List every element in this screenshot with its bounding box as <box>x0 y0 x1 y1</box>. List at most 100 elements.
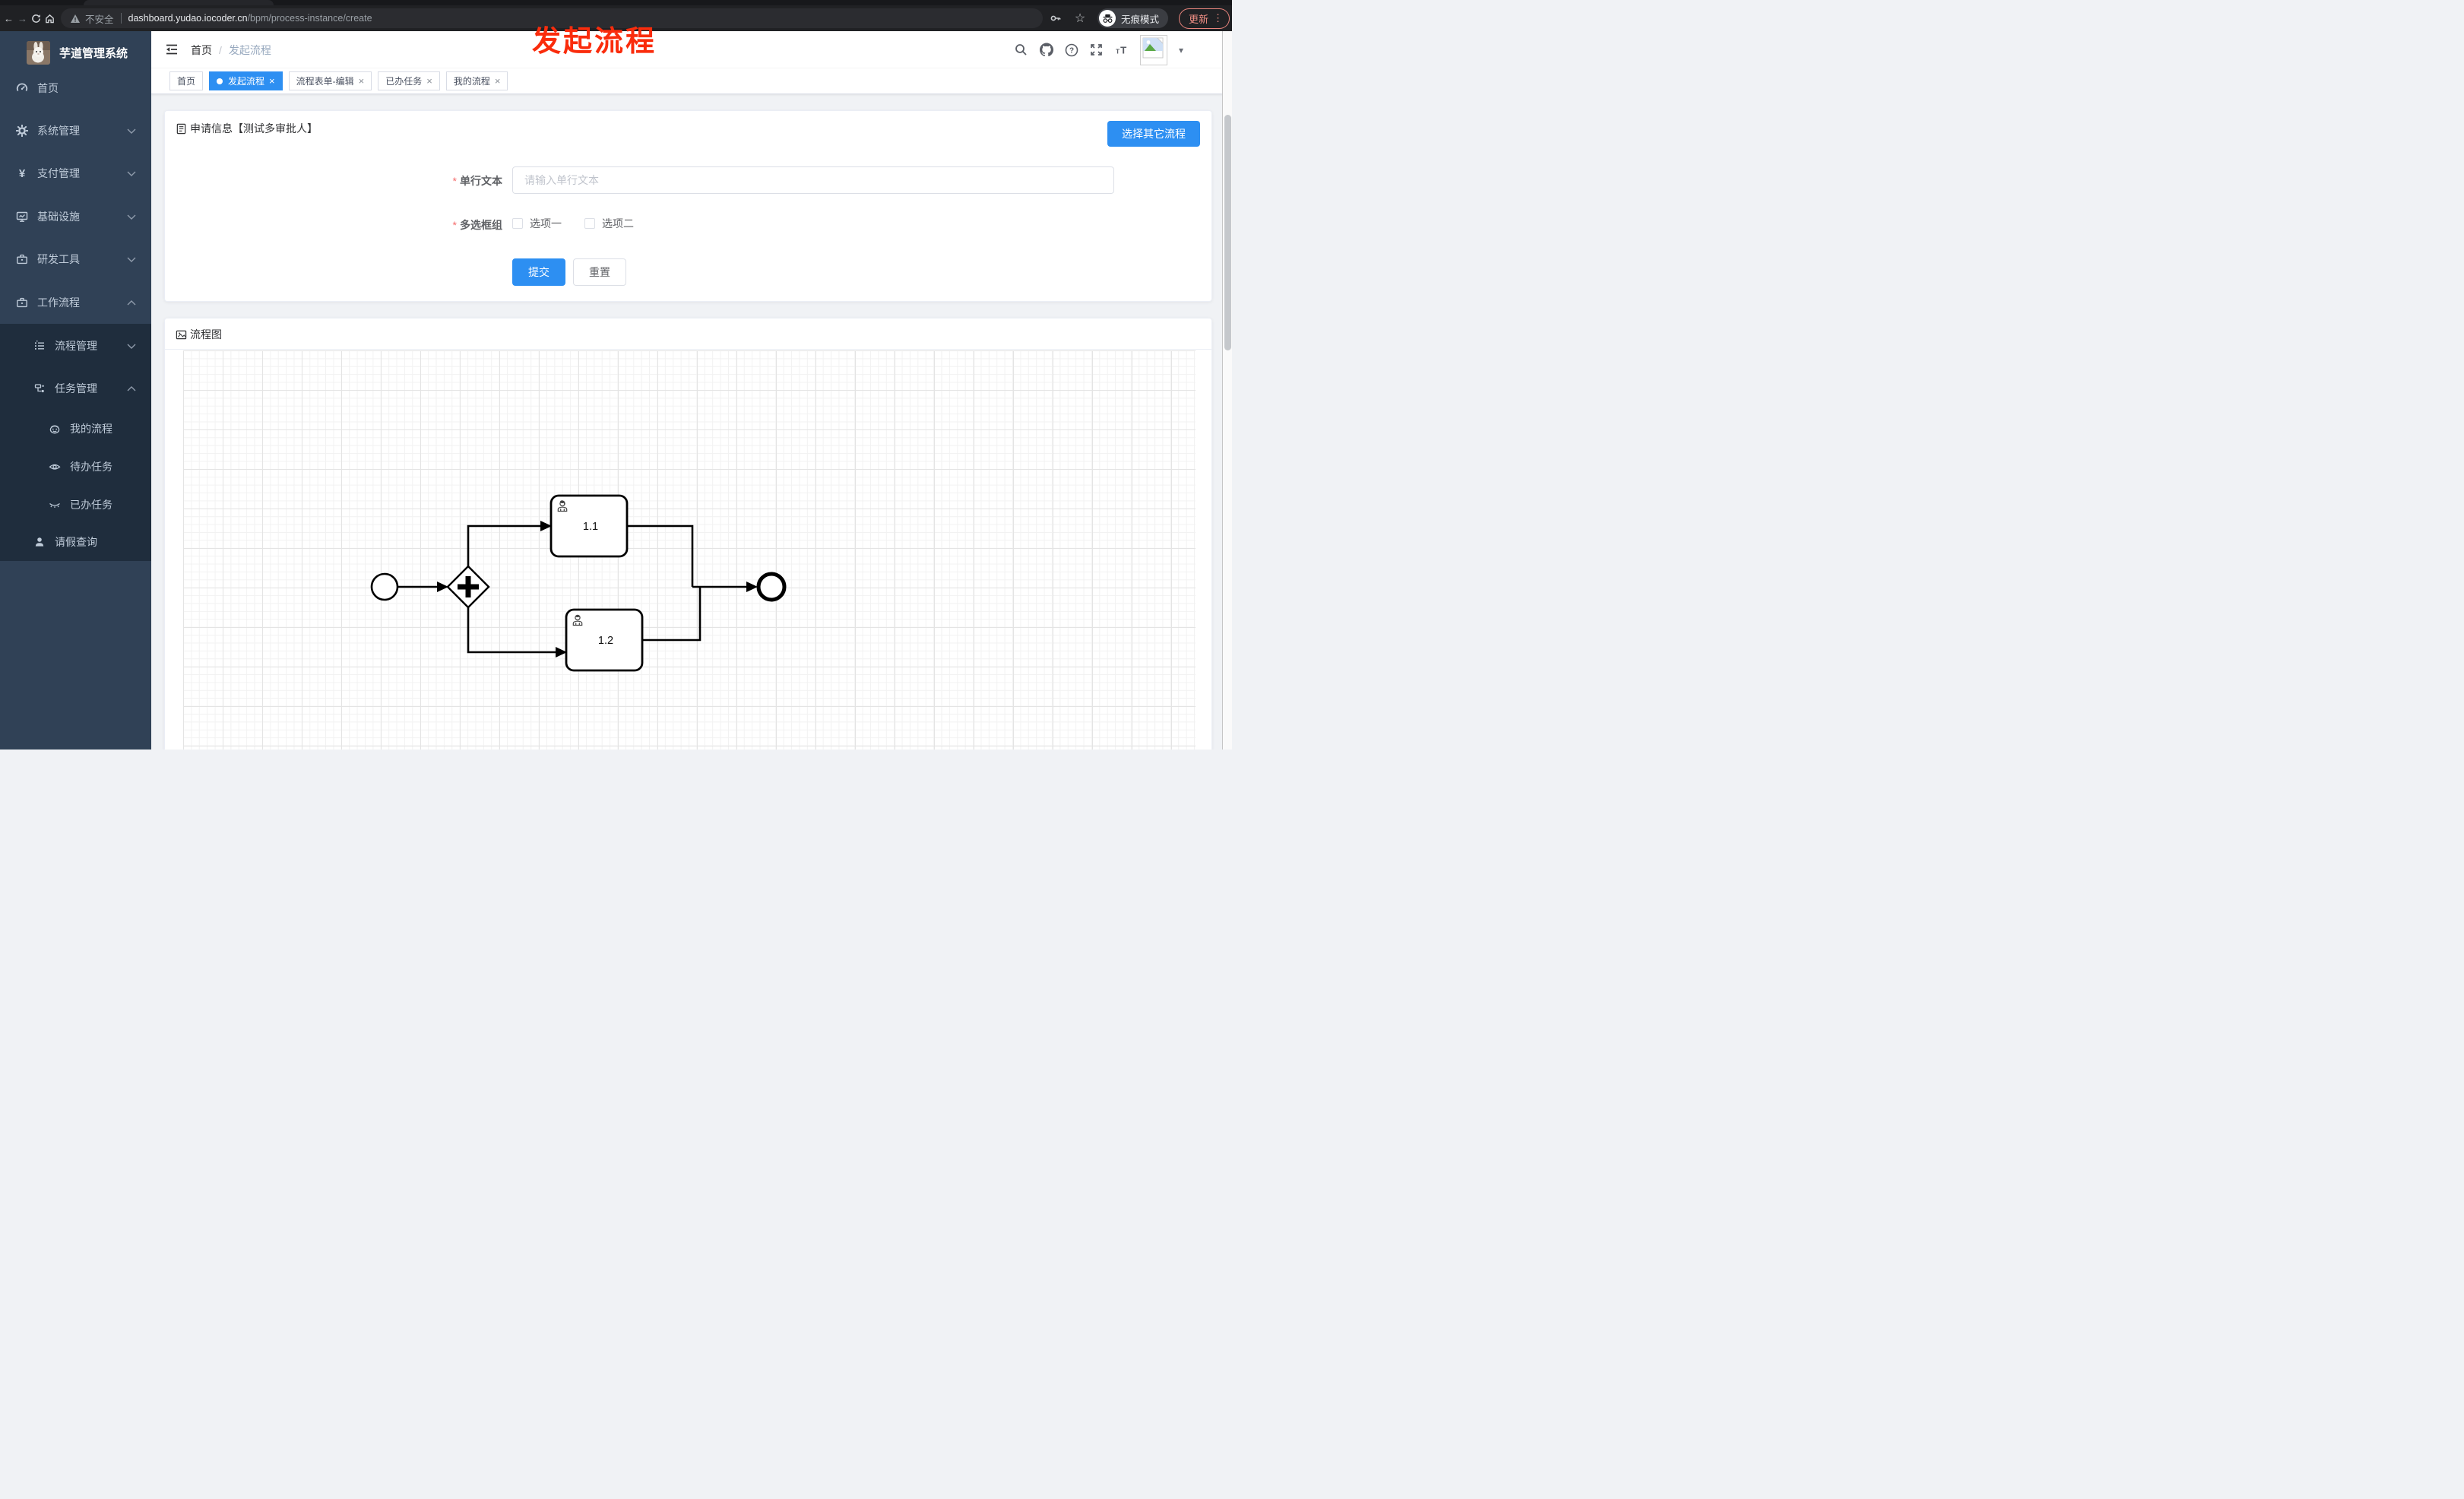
bpmn-user-task-1: 1.1 <box>549 494 629 558</box>
chevron-up-icon <box>127 300 136 306</box>
chevron-down-icon <box>127 257 136 262</box>
sidebar-item-label: 待办任务 <box>70 461 112 473</box>
back-icon[interactable]: ← <box>4 11 14 25</box>
sidebar-item-infrastructure[interactable]: 基础设施 <box>0 195 151 238</box>
sidebar-item-leave-query[interactable]: 请假查询 <box>0 523 151 561</box>
tab-start-process[interactable]: 发起流程 × <box>209 71 283 90</box>
sidebar-item-label: 工作流程 <box>37 296 80 309</box>
card-divider <box>165 349 1211 350</box>
face-icon <box>49 423 61 435</box>
fullscreen-icon[interactable] <box>1090 43 1104 57</box>
submit-button[interactable]: 提交 <box>512 258 565 286</box>
user-avatar[interactable] <box>1139 34 1167 65</box>
sidebar-item-home[interactable]: 首页 <box>0 67 151 109</box>
sidebar-item-task-management[interactable]: 任务管理 <box>0 369 151 407</box>
tab-form-edit[interactable]: 流程表单-编辑 × <box>288 71 372 90</box>
apply-info-title: 申请信息【测试多审批人】 <box>176 121 318 136</box>
app-title: 芋道管理系统 <box>59 46 128 60</box>
incognito-icon <box>1099 10 1116 27</box>
browser-toolbar: ← → 不安全 dashboard.yudao.iocoder.cn/bpm/p… <box>0 5 1232 31</box>
bpmn-start-event <box>370 572 399 601</box>
breadcrumb-home[interactable]: 首页 <box>191 43 212 58</box>
sidebar-fold-icon[interactable] <box>164 42 181 59</box>
tab-my-process[interactable]: 我的流程 × <box>445 71 508 90</box>
bpmn-canvas[interactable]: 1.1 1.2 <box>183 350 1196 750</box>
update-label[interactable]: 更新 <box>1189 11 1208 26</box>
checkbox-icon[interactable] <box>512 218 523 229</box>
header-actions: ? TT ▾ <box>1015 31 1183 68</box>
breadcrumb-separator: / <box>219 43 222 56</box>
single-line-text-input[interactable] <box>512 166 1114 194</box>
app-header: 首页 / 发起流程 ? TT ▾ <box>151 31 1232 68</box>
sidebar-item-dev-tools[interactable]: 研发工具 <box>0 238 151 280</box>
bpmn-end-event <box>756 572 787 602</box>
search-icon[interactable] <box>1015 43 1028 57</box>
checkbox-option-1[interactable]: 选项一 <box>512 216 562 231</box>
apply-info-card: 申请信息【测试多审批人】 选择其它流程 *单行文本 *多选框组 选项一 选项二 … <box>164 110 1212 302</box>
svg-text:¥: ¥ <box>19 167 26 179</box>
sidebar-item-label: 任务管理 <box>55 382 97 395</box>
sidebar-item-label: 已办任务 <box>70 499 112 511</box>
svg-text:T: T <box>1120 45 1126 56</box>
app-logo-avatar <box>27 40 50 65</box>
sidebar-item-workflow[interactable]: 工作流程 <box>0 281 151 324</box>
avatar-caret-icon[interactable]: ▾ <box>1179 45 1183 55</box>
incognito-badge: 无痕模式 <box>1097 8 1169 28</box>
browser-tab-strip <box>0 0 1232 5</box>
svg-text:?: ? <box>1069 46 1074 55</box>
eye-closed-icon <box>49 499 61 511</box>
sidebar-item-my-process[interactable]: 我的流程 <box>0 410 151 448</box>
page-scrollbar[interactable] <box>1222 31 1232 750</box>
tab-home[interactable]: 首页 <box>169 71 204 90</box>
checkbox-option-2[interactable]: 选项二 <box>584 216 634 231</box>
home-icon[interactable] <box>45 11 55 25</box>
password-key-icon[interactable] <box>1049 11 1063 25</box>
breadcrumb-current: 发起流程 <box>228 43 271 56</box>
picture-icon <box>176 330 187 339</box>
close-icon[interactable]: × <box>269 76 275 86</box>
chrome-update-button[interactable]: 更新 ⋮ <box>1179 8 1230 29</box>
close-icon[interactable]: × <box>426 76 432 86</box>
chrome-menu-kebab-icon[interactable]: ⋮ <box>1213 12 1223 24</box>
sidebar-item-label: 流程管理 <box>55 340 97 352</box>
reload-icon[interactable] <box>31 11 41 25</box>
font-size-icon[interactable]: TT <box>1115 43 1129 57</box>
sidebar-item-system[interactable]: 系统管理 <box>0 109 151 152</box>
checkbox-group-label: * 多选框组 <box>452 219 502 231</box>
sidebar-item-label: 支付管理 <box>37 167 80 179</box>
help-icon[interactable]: ? <box>1065 43 1078 57</box>
forward-icon[interactable]: → <box>17 11 27 25</box>
close-icon[interactable]: × <box>495 76 501 86</box>
chrome-toolbar-icons: ☆ <box>1049 11 1087 25</box>
select-other-process-button[interactable]: 选择其它流程 <box>1107 121 1200 147</box>
close-icon[interactable]: × <box>359 76 365 86</box>
sidebar-item-label: 首页 <box>37 82 59 94</box>
scrollbar-thumb[interactable] <box>1224 115 1231 350</box>
gear-icon <box>16 125 28 137</box>
sidebar-item-label: 请假查询 <box>55 536 97 548</box>
sidebar-item-todo-tasks[interactable]: 待办任务 <box>0 448 151 486</box>
bookmark-star-icon[interactable]: ☆ <box>1073 11 1087 25</box>
briefcase-icon <box>16 296 28 309</box>
sidebar: 芋道管理系统 首页 系统管理 ¥ 支付管理 基础设施 研发工具 工作流程 流程管… <box>0 31 151 750</box>
sidebar-item-done-tasks[interactable]: 已办任务 <box>0 486 151 524</box>
sidebar-logo[interactable]: 芋道管理系统 <box>0 36 151 69</box>
browser-active-tab[interactable] <box>84 0 274 5</box>
sidebar-item-payment[interactable]: ¥ 支付管理 <box>0 152 151 195</box>
required-mark: * <box>452 219 457 231</box>
security-label[interactable]: 不安全 <box>85 11 114 26</box>
url-bar[interactable]: 不安全 dashboard.yudao.iocoder.cn/bpm/proce… <box>61 8 1043 28</box>
flow-list-icon <box>33 340 46 352</box>
sidebar-item-label: 我的流程 <box>70 423 112 435</box>
browser-chrome: ← → 不安全 dashboard.yudao.iocoder.cn/bpm/p… <box>0 0 1232 31</box>
github-icon[interactable] <box>1039 43 1053 57</box>
sidebar-item-process-management[interactable]: 流程管理 <box>0 327 151 365</box>
bpmn-task-label: 1.2 <box>598 635 613 647</box>
bpmn-task-label: 1.1 <box>583 521 598 533</box>
eye-icon <box>49 461 61 473</box>
checkbox-icon[interactable] <box>584 218 595 229</box>
url-path: /bpm/process-instance/create <box>247 13 372 24</box>
tab-done-tasks[interactable]: 已办任务 × <box>378 71 440 90</box>
chevron-down-icon <box>127 214 136 220</box>
reset-button[interactable]: 重置 <box>573 258 626 286</box>
